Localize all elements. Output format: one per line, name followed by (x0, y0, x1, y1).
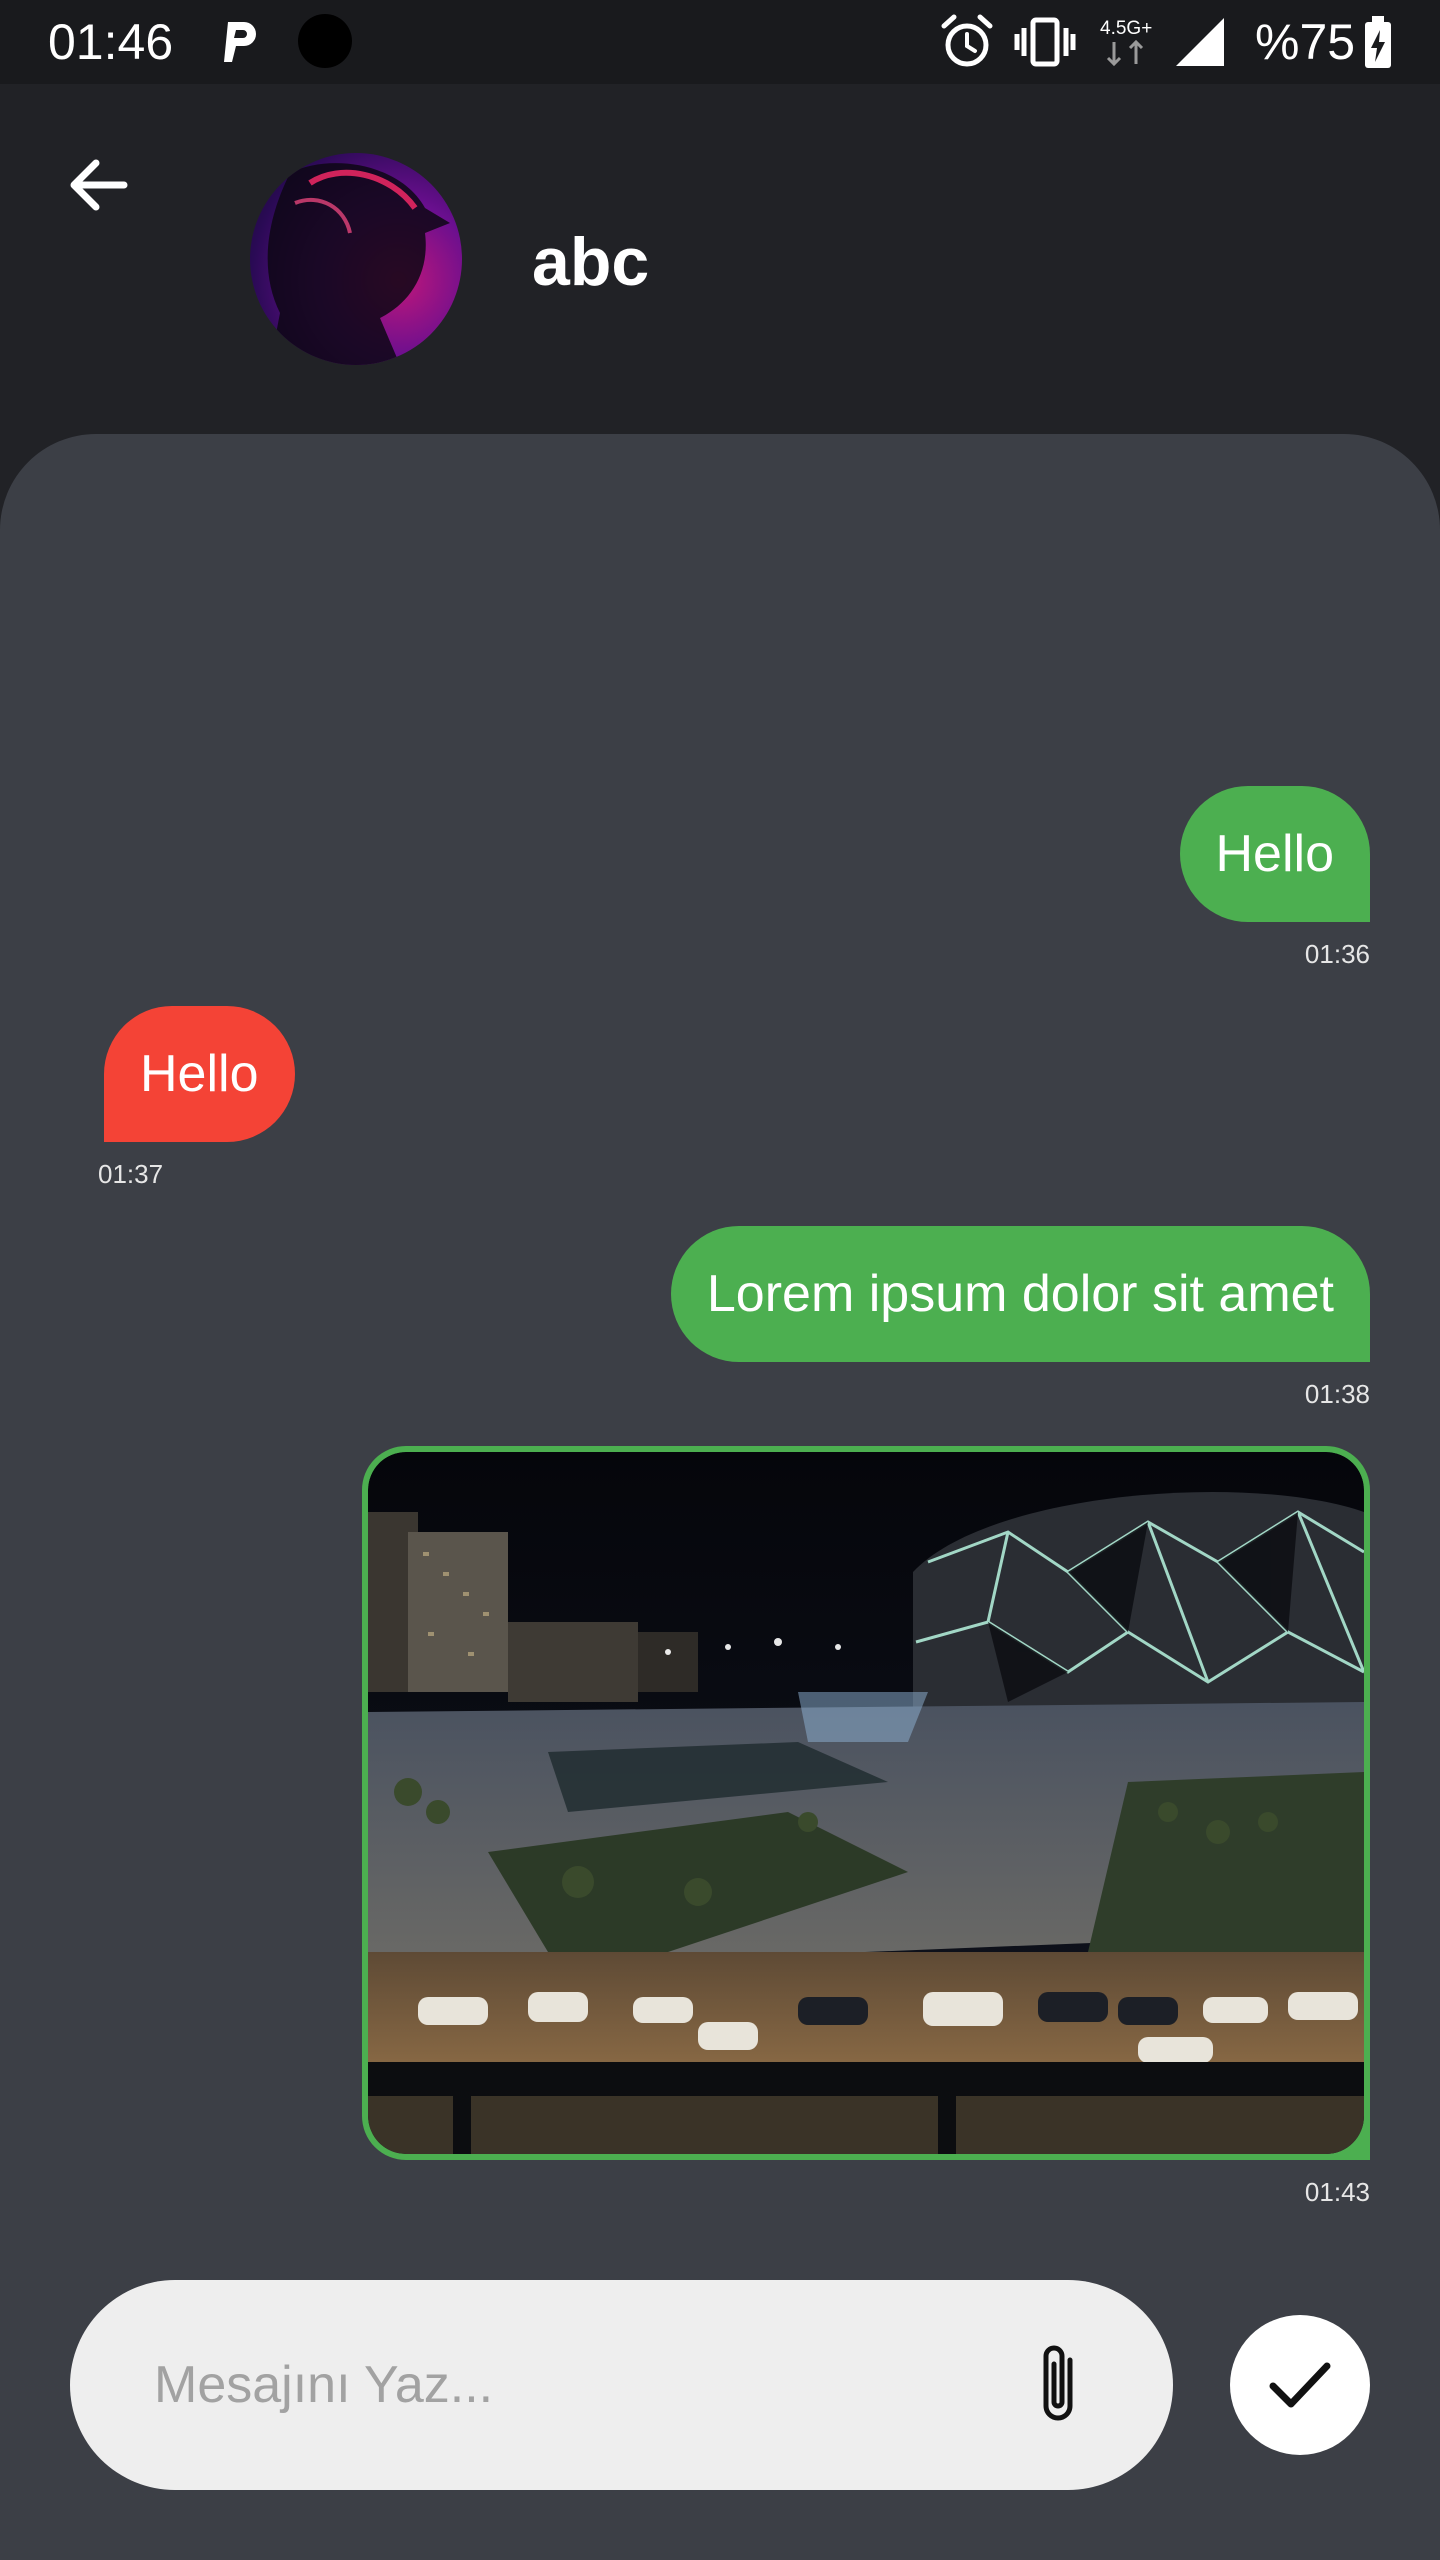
status-bar: 01:46 4.5G+ %75 (0, 0, 1440, 84)
back-arrow-icon (70, 159, 128, 211)
signal-icon (1176, 18, 1224, 66)
message-input[interactable] (154, 2335, 954, 2435)
contact-name: abc (532, 224, 650, 300)
battery-percent: %75 (1255, 14, 1356, 70)
vibrate-icon (1014, 17, 1076, 67)
network-45g-icon: 4.5G+ (1100, 18, 1152, 67)
alarm-icon (941, 14, 993, 67)
p-icon (224, 22, 256, 62)
network-label: 4.5G+ (1100, 18, 1152, 39)
battery-charging-icon (1365, 16, 1391, 68)
back-button[interactable] (54, 140, 144, 230)
message-bubble-incoming[interactable]: Hello (104, 1006, 295, 1142)
message-time: 01:38 (1304, 1379, 1370, 1409)
message-time: 01:43 (1304, 2177, 1370, 2207)
stadium-night-photo (368, 1452, 1364, 2154)
chat-header (0, 84, 1440, 434)
status-time: 01:46 (48, 14, 174, 70)
message-bubble-outgoing[interactable]: Lorem ipsum dolor sit amet (670, 1226, 1370, 1362)
message-composer (70, 2280, 1173, 2490)
checkmark-icon (1269, 2362, 1331, 2408)
message-image-bubble[interactable] (362, 1446, 1370, 2160)
send-button[interactable] (1230, 2315, 1370, 2455)
message-time: 01:37 (98, 1159, 164, 1189)
attach-button[interactable] (1000, 2325, 1120, 2445)
avatar[interactable] (250, 153, 462, 365)
message-bubble-outgoing[interactable]: Hello (1179, 786, 1370, 922)
camera-dot-icon (298, 14, 352, 68)
avatar-silhouette (267, 163, 450, 365)
message-time: 01:36 (1304, 939, 1370, 969)
paperclip-icon (1043, 2345, 1073, 2421)
